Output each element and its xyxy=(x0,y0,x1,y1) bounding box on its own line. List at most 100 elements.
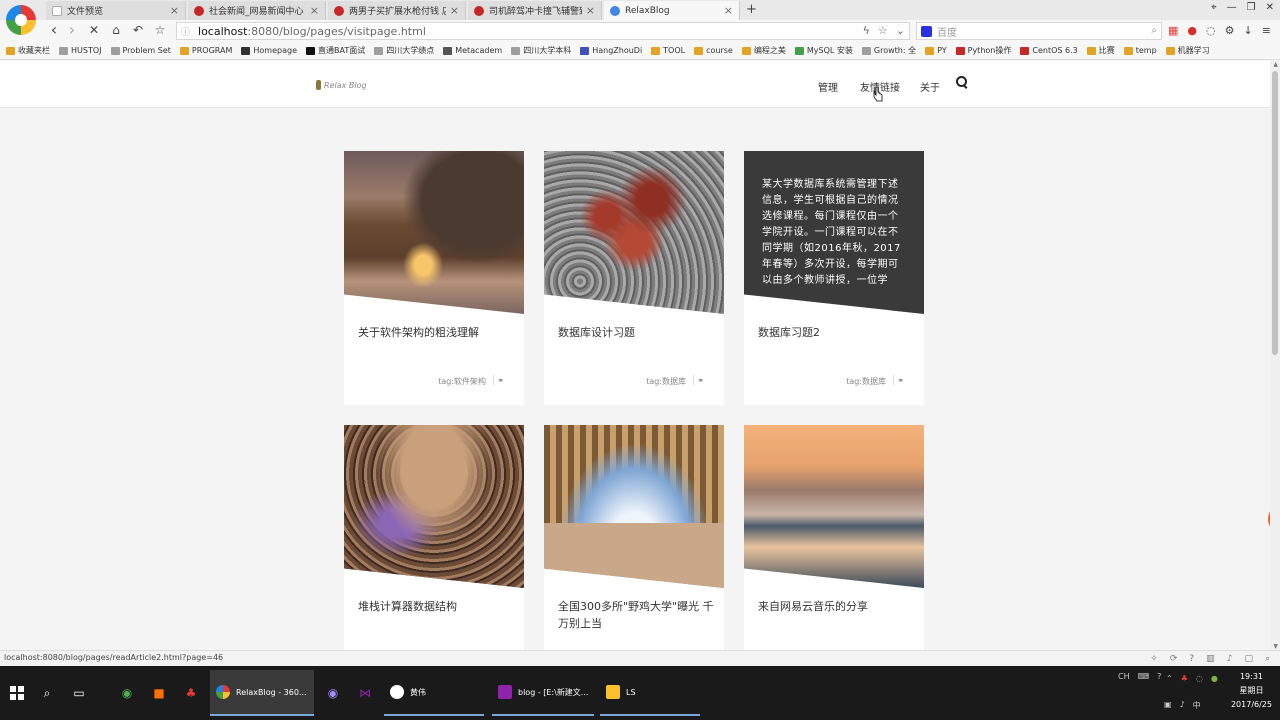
mi-icon[interactable]: ■ xyxy=(146,680,172,706)
pin-icon[interactable]: ⌖ xyxy=(1211,2,1217,13)
card-image[interactable] xyxy=(544,151,724,314)
undo-icon[interactable]: ↶ xyxy=(130,23,146,37)
card-title[interactable]: 来自网易云音乐的分享 xyxy=(758,598,914,615)
bookmark-item[interactable]: CentOS 6.3 xyxy=(1020,46,1078,55)
link-icon[interactable]: ⚭ xyxy=(697,376,704,385)
maximize-button[interactable]: ❐ xyxy=(1247,2,1256,13)
bookmark-item[interactable]: 比赛 xyxy=(1086,45,1115,56)
card-title[interactable]: 数据库习题2 xyxy=(758,324,914,341)
lightning-icon[interactable]: ϟ xyxy=(863,24,870,37)
card-tag[interactable]: tag:软件架构 xyxy=(438,376,486,387)
settings-icon[interactable]: ⚙ xyxy=(1225,24,1235,37)
clock[interactable]: 19:31 星期日 2017/6/25 xyxy=(1231,670,1272,712)
tab-news-3[interactable]: 司机醉驾冲卡撞飞辅警致其 × xyxy=(468,1,602,20)
stop-button[interactable]: ✕ xyxy=(86,23,102,37)
site-logo[interactable]: Relax Blog xyxy=(316,80,367,90)
star-icon[interactable]: ☆ xyxy=(878,24,888,37)
visual-studio-icon[interactable]: ⋈ xyxy=(352,680,378,706)
tab-news-1[interactable]: 社会新闻_网易新闻中心 × xyxy=(188,1,326,20)
card-image[interactable] xyxy=(344,151,524,314)
scroll-up-icon[interactable]: ▲ xyxy=(1273,61,1278,68)
taskbar-app-chat[interactable]: 黄伟 xyxy=(384,670,484,716)
download-icon[interactable]: ↓ xyxy=(1244,24,1253,37)
window-icon[interactable]: ▢ xyxy=(1244,652,1253,666)
zoom-icon[interactable]: ⌕ xyxy=(1265,652,1270,666)
address-bar[interactable]: ⓘ localhost :8080/blog/pages/visitpage.h… xyxy=(176,22,910,40)
bookmark-item[interactable]: Python操作 xyxy=(955,45,1011,56)
link-icon[interactable]: ⚭ xyxy=(897,376,904,385)
ime-indicator[interactable]: CH xyxy=(1118,672,1130,681)
close-icon[interactable]: × xyxy=(310,4,319,17)
favorite-icon[interactable]: ☆ xyxy=(152,23,168,37)
home-button[interactable]: ⌂ xyxy=(108,23,124,37)
volume-icon[interactable]: ♪ xyxy=(1180,700,1185,711)
close-icon[interactable]: × xyxy=(724,4,733,17)
article-card[interactable]: 堆栈计算器数据结构 xyxy=(344,425,524,650)
tab-news-2[interactable]: 两男子买扩展水枪付钱 店主 × xyxy=(328,1,466,20)
vertical-scrollbar[interactable]: ▲ ▼ xyxy=(1270,61,1280,650)
chrome-icon[interactable]: ◉ xyxy=(114,680,140,706)
keyboard-icon[interactable]: ⌨ xyxy=(1138,672,1150,681)
article-card[interactable]: 关于软件架构的粗浅理解 tag:软件架构 ⚭ xyxy=(344,151,524,405)
card-title[interactable]: 关于软件架构的粗浅理解 xyxy=(358,324,514,341)
bookmark-item[interactable]: 收藏夹栏 xyxy=(6,45,50,56)
close-icon[interactable]: × xyxy=(170,4,179,17)
link-icon[interactable]: ⚭ xyxy=(497,376,504,385)
chevron-down-icon[interactable]: ⌄ xyxy=(896,24,905,37)
input-icon[interactable]: 中 xyxy=(1193,700,1201,711)
article-card[interactable]: 来自网易云音乐的分享 xyxy=(744,425,924,650)
article-card[interactable]: 数据库设计习题 tag:数据库 ⚭ xyxy=(544,151,724,405)
trash-icon[interactable]: ▥ xyxy=(1206,652,1215,666)
bookmark-item[interactable]: PY xyxy=(925,46,947,55)
scroll-thumb[interactable] xyxy=(1272,71,1278,355)
opera-icon[interactable]: ● xyxy=(1187,24,1197,37)
card-excerpt[interactable]: 某大学数据库系统需管理下述信息，学生可根据自己的情况选修课程。每门课程仅由一个学… xyxy=(744,151,924,314)
card-tag[interactable]: tag:数据库 xyxy=(846,376,886,387)
taskbar-app-ls[interactable]: LS xyxy=(600,670,700,716)
bookmark-item[interactable]: HangZhouDi xyxy=(580,46,642,55)
card-title[interactable]: 堆栈计算器数据结构 xyxy=(358,598,514,615)
search-icon[interactable]: ⌕ xyxy=(1151,25,1157,36)
apps-grid-icon[interactable]: ▦ xyxy=(1168,24,1178,37)
close-window-button[interactable]: ✕ xyxy=(1266,2,1274,13)
bookmark-item[interactable]: 编程之美 xyxy=(741,45,786,56)
close-icon[interactable]: × xyxy=(450,4,459,17)
search-icon[interactable]: ⌕ xyxy=(34,680,60,706)
card-title[interactable]: 数据库设计习题 xyxy=(558,324,714,341)
volume-icon[interactable]: ♪ xyxy=(1227,652,1233,666)
scroll-down-icon[interactable]: ▼ xyxy=(1273,643,1278,650)
bookmark-item[interactable]: Homepage xyxy=(241,46,297,55)
taskbar-app-relaxblog[interactable]: RelaxBlog - 360... xyxy=(210,670,314,716)
search-icon[interactable] xyxy=(956,76,968,88)
sync-icon[interactable]: ◌ xyxy=(1206,24,1216,37)
broom-icon[interactable]: ✧ xyxy=(1150,652,1158,666)
new-tab-button[interactable]: + xyxy=(746,2,757,17)
card-tag[interactable]: tag:数据库 xyxy=(646,376,686,387)
nav-manage[interactable]: 管理 xyxy=(818,79,838,94)
bookmark-item[interactable]: Growth: 全 xyxy=(861,45,916,56)
bookmark-item[interactable]: Metacadem xyxy=(443,46,502,55)
bookmark-item[interactable]: PROGRAM xyxy=(179,46,232,55)
article-card[interactable]: 全国300多所"野鸡大学"曝光 千万别上当 xyxy=(544,425,724,650)
bookmark-item[interactable]: course xyxy=(694,46,733,55)
bookmark-item[interactable]: temp xyxy=(1123,46,1157,55)
taskbar-app-blog-ide[interactable]: blog - [E:\新建文... xyxy=(492,670,594,716)
bookmark-item[interactable]: TOOL xyxy=(651,46,685,55)
task-view-icon[interactable]: ▭ xyxy=(66,680,92,706)
card-image[interactable] xyxy=(744,425,924,588)
bookmark-item[interactable]: MySQL 安装 xyxy=(794,45,853,56)
app-icon[interactable]: ♣ xyxy=(178,680,204,706)
help-icon[interactable]: ? xyxy=(1189,652,1194,666)
page-info-icon[interactable]: ⓘ xyxy=(181,25,190,38)
tab-relaxblog[interactable]: RelaxBlog × xyxy=(604,1,740,20)
article-card[interactable]: 某大学数据库系统需管理下述信息，学生可根据自己的情况选修课程。每门课程仅由一个学… xyxy=(744,151,924,405)
bookmark-item[interactable]: 机器学习 xyxy=(1165,45,1210,56)
nav-about[interactable]: 关于 xyxy=(920,79,940,94)
card-image[interactable] xyxy=(344,425,524,588)
bookmark-item[interactable]: HUSTOJ xyxy=(59,46,102,55)
close-icon[interactable]: × xyxy=(586,4,595,17)
card-title[interactable]: 全国300多所"野鸡大学"曝光 千万别上当 xyxy=(558,598,714,632)
bookmark-item[interactable]: Problem Set xyxy=(110,46,171,55)
refresh-icon[interactable]: ⟳ xyxy=(1170,652,1178,666)
back-button[interactable]: ‹ xyxy=(46,20,62,39)
